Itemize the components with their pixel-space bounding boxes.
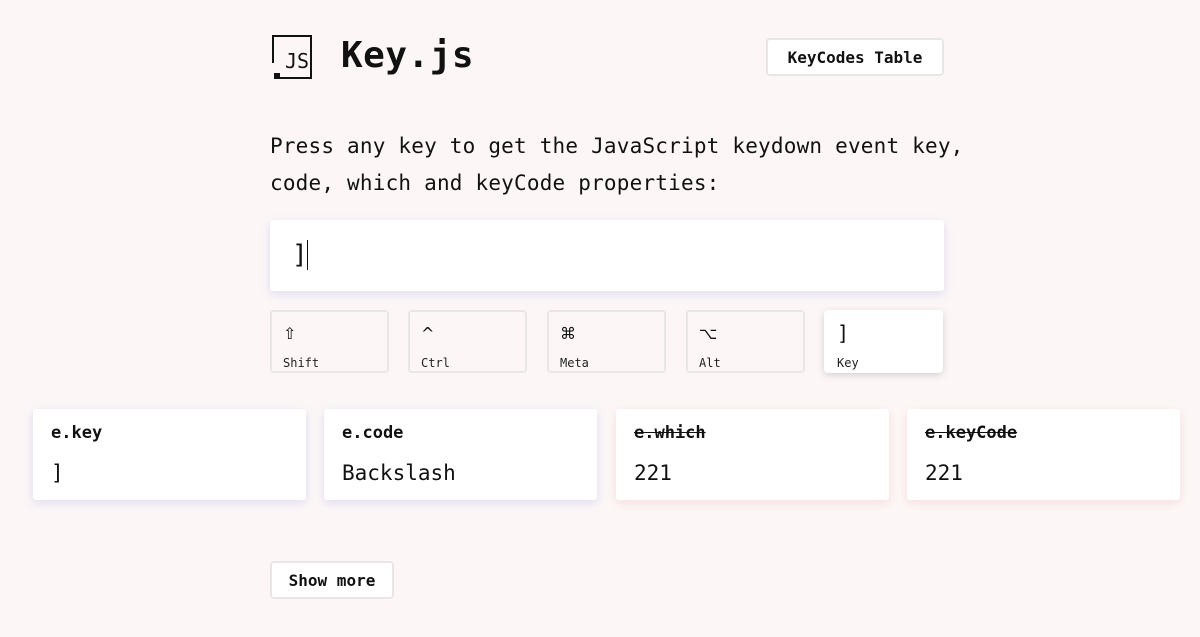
shift-icon: ⇧ [283, 324, 297, 343]
result-card-value: 221 [634, 461, 672, 485]
alt-label: Alt [699, 356, 721, 370]
result-card-value: ] [51, 461, 64, 485]
option-icon: ⌥ [699, 324, 718, 343]
key-input-value: ] [292, 240, 308, 270]
result-card-value: 221 [925, 461, 963, 485]
show-more-button[interactable]: Show more [270, 561, 394, 599]
pressed-key-label: Key [837, 356, 859, 370]
result-card-which[interactable]: e.which 221 [616, 409, 889, 500]
result-card-label: e.keyCode [925, 423, 1018, 443]
command-icon: ⌘ [560, 324, 576, 343]
ctrl-icon: ^ [421, 324, 435, 343]
shift-label: Shift [283, 356, 320, 370]
text-caret [307, 240, 308, 270]
result-card-label: e.key [51, 423, 103, 443]
shift-key[interactable]: ⇧ Shift [270, 310, 389, 373]
meta-label: Meta [560, 356, 589, 370]
result-card-code[interactable]: e.code Backslash [324, 409, 597, 500]
page: JS Key.js KeyCodes Table Press any key t… [0, 0, 1200, 637]
result-card-value: Backslash [342, 461, 456, 485]
intro-text: Press any key to get the JavaScript keyd… [270, 134, 964, 195]
result-card-key[interactable]: e.key ] [33, 409, 306, 500]
ctrl-key[interactable]: ^ Ctrl [408, 310, 527, 373]
result-card-label: e.which [634, 423, 706, 443]
pressed-key-symbol: ] [837, 321, 850, 345]
ctrl-label: Ctrl [421, 356, 450, 370]
alt-key[interactable]: ⌥ Alt [686, 310, 805, 373]
meta-key[interactable]: ⌘ Meta [547, 310, 666, 373]
site-title[interactable]: Key.js [341, 34, 474, 78]
js-file-icon[interactable]: JS [270, 33, 314, 81]
keycodes-table-button[interactable]: KeyCodes Table [766, 38, 944, 76]
key-input-field[interactable]: ] [270, 220, 944, 291]
pressed-key[interactable]: ] Key [824, 310, 943, 373]
result-card-keycode[interactable]: e.keyCode 221 [907, 409, 1180, 500]
result-card-label: e.code [342, 423, 404, 443]
svg-text:JS: JS [285, 49, 309, 73]
